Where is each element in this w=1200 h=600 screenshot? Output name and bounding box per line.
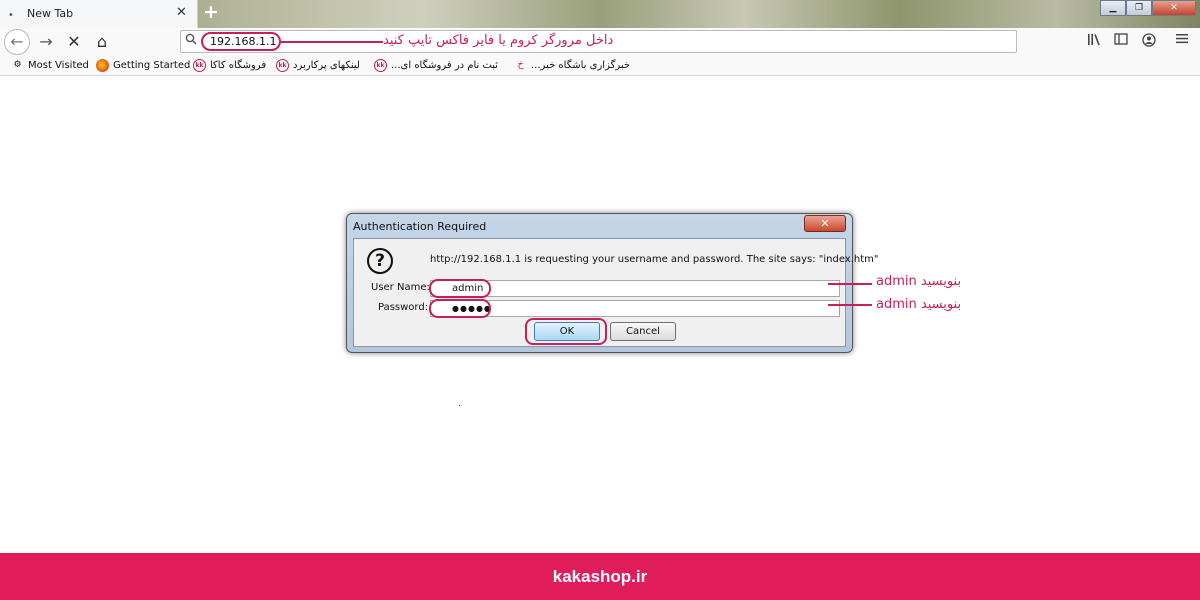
url-bar[interactable]: 192.168.1.1 داخل مرورگر کروم یا فایر فاک… xyxy=(180,30,1017,53)
menu-icon[interactable] xyxy=(1176,33,1188,48)
cancel-button[interactable]: Cancel xyxy=(610,322,676,341)
navigation-bar: ← → ✕ ⌂ 192.168.1.1 داخل مرورگر کروم یا … xyxy=(0,28,1200,56)
home-button[interactable]: ⌂ xyxy=(91,32,113,52)
bookmark-label: لینکهای پرکاربرد xyxy=(293,60,360,71)
username-highlight-ring xyxy=(429,279,491,298)
sidebar-icon[interactable] xyxy=(1114,33,1128,49)
tab-close-icon[interactable]: ✕ xyxy=(176,5,187,20)
page-speck xyxy=(459,405,460,406)
restore-button[interactable]: ❐ xyxy=(1126,0,1152,16)
new-tab-button[interactable]: + xyxy=(203,1,219,23)
news-icon: خ xyxy=(517,60,524,70)
window-controls: ▁ ❐ ✕ xyxy=(1100,0,1196,16)
bookmark-news[interactable]: خ خبرگزاری باشگاه خبر... xyxy=(514,59,630,72)
footer-brand[interactable]: kakashop.ir xyxy=(0,567,1200,587)
url-annotation-line xyxy=(281,41,383,43)
footer-banner: kakashop.ir xyxy=(0,553,1200,600)
bookmark-label: Most Visited xyxy=(28,60,89,71)
password-label: Password: xyxy=(378,302,429,313)
username-annotation-line xyxy=(828,283,872,285)
bookmark-kaka-shop[interactable]: kk فروشگاه کاکا xyxy=(193,59,266,72)
bookmark-getting-started[interactable]: Getting Started xyxy=(96,59,190,72)
library-icon[interactable] xyxy=(1087,33,1101,50)
bookmark-label: خبرگزاری باشگاه خبر... xyxy=(531,60,631,71)
tab-title: New Tab xyxy=(27,7,74,20)
firefox-icon xyxy=(96,59,109,72)
url-annotation: داخل مرورگر کروم یا فایر فاکس تایپ کنید xyxy=(383,33,614,48)
window-close-button[interactable]: ✕ xyxy=(1152,0,1196,16)
back-button[interactable]: ← xyxy=(4,29,30,55)
kaka-icon: kk xyxy=(276,59,289,72)
bookmark-label: فروشگاه کاکا xyxy=(210,60,267,71)
tab-strip: • New Tab ✕ + ▁ ❐ ✕ xyxy=(0,0,1200,28)
account-icon[interactable] xyxy=(1142,33,1156,51)
username-input[interactable]: admin xyxy=(430,280,840,297)
gear-icon: ⚙ xyxy=(13,60,22,70)
forward-button[interactable]: → xyxy=(35,32,57,52)
question-icon: ? xyxy=(367,248,393,274)
password-highlight-ring xyxy=(429,299,491,318)
ok-button[interactable]: OK xyxy=(534,322,600,341)
password-annotation-line xyxy=(828,304,872,306)
bookmark-label: ثبت نام در فروشگاه ای... xyxy=(391,60,499,71)
search-icon xyxy=(185,33,197,49)
tab-favicon: • xyxy=(8,10,14,21)
bookmark-label: Getting Started xyxy=(113,60,191,71)
minimize-button[interactable]: ▁ xyxy=(1100,0,1126,16)
dialog-message: http://192.168.1.1 is requesting your us… xyxy=(430,254,879,265)
kaka-icon: kk xyxy=(193,59,206,72)
password-annotation: admin بنویسید xyxy=(876,297,962,312)
password-input[interactable]: ●●●●● xyxy=(430,300,840,317)
bookmark-signup[interactable]: kk ثبت نام در فروشگاه ای... xyxy=(374,59,498,72)
auth-dialog: Authentication Required ✕ ? http://192.1… xyxy=(346,213,879,353)
username-label: User Name: xyxy=(371,282,430,293)
bookmarks-toolbar: ⚙ Most Visited Getting Started kk فروشگا… xyxy=(0,56,1200,76)
dialog-body: ? http://192.168.1.1 is requesting your … xyxy=(353,238,879,347)
kaka-icon: kk xyxy=(374,59,387,72)
stop-button[interactable]: ✕ xyxy=(63,32,85,52)
bookmark-useful-links[interactable]: kk لینکهای پرکاربرد xyxy=(276,59,360,72)
url-highlight-ring xyxy=(201,32,281,51)
dialog-title: Authentication Required xyxy=(353,220,487,233)
username-annotation: admin بنویسید xyxy=(876,274,962,289)
tab-new-tab[interactable]: • New Tab ✕ xyxy=(0,0,198,28)
bookmark-most-visited[interactable]: ⚙ Most Visited xyxy=(11,59,89,72)
dialog-close-button[interactable]: ✕ xyxy=(804,215,846,232)
